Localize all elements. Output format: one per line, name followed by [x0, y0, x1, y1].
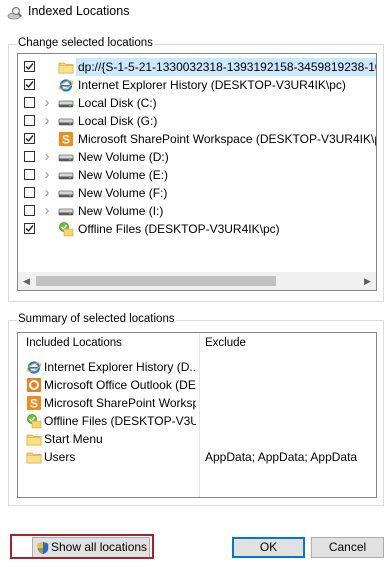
- offline-files-icon: [27, 414, 42, 429]
- location-label: dp://{S-1-5-21-1330032318-1393192158-345…: [78, 60, 377, 74]
- sharepoint-icon: S: [59, 132, 73, 147]
- included-location-name: Microsoft SharePoint Worksp...: [44, 396, 196, 410]
- location-label: New Volume (E:): [78, 168, 169, 182]
- drive-icon: [58, 172, 74, 180]
- internet-explorer-icon: [26, 361, 42, 374]
- ok-button[interactable]: OK: [232, 537, 305, 558]
- summary-row: S Microsoft SharePoint Worksp...: [18, 394, 376, 412]
- tree-label-wrap: Microsoft SharePoint Workspace (DESKTOP-…: [76, 130, 377, 148]
- chevron-right-icon[interactable]: ›: [41, 167, 53, 182]
- summary-row: Offline Files (DESKTOP-V3UR...: [18, 412, 376, 430]
- location-checkbox[interactable]: [24, 151, 35, 162]
- drive-icon: [58, 118, 74, 126]
- tree-row[interactable]: dp://{S-1-5-21-1330032318-1393192158-345…: [18, 58, 376, 76]
- window-title: Indexed Locations: [28, 4, 130, 18]
- tree-row[interactable]: › New Volume (I:): [18, 202, 376, 220]
- chevron-right-icon[interactable]: ›: [41, 113, 53, 128]
- drive-icon: [58, 154, 74, 162]
- tree-label-wrap: New Volume (I:): [76, 202, 165, 220]
- summary-row: Users AppData; AppData; AppData: [18, 448, 376, 466]
- scroll-right-icon[interactable]: ▶: [359, 273, 376, 290]
- tree-label-wrap: New Volume (F:): [76, 184, 169, 202]
- exclude-header[interactable]: Exclude: [205, 333, 246, 353]
- annotation-highlight-box: [10, 534, 154, 559]
- horizontal-scrollbar[interactable]: ◀ ▶: [18, 272, 376, 290]
- drive-icon: [58, 208, 74, 216]
- change-locations-label: Change selected locations: [17, 37, 154, 49]
- summary-list: Included Locations Exclude Internet Expl…: [17, 332, 377, 498]
- tree-label-wrap: New Volume (D:): [76, 148, 171, 166]
- tree-row[interactable]: › Local Disk (C:): [18, 94, 376, 112]
- location-checkbox[interactable]: [24, 187, 35, 198]
- tree-row[interactable]: Offline Files (DESKTOP-V3UR4IK\pc): [18, 220, 376, 238]
- offline-files-icon: [59, 222, 74, 237]
- tree-row[interactable]: Internet Explorer History (DESKTOP-V3UR4…: [18, 76, 376, 94]
- tree-row[interactable]: › New Volume (D:): [18, 148, 376, 166]
- tree-label-wrap: Local Disk (G:): [76, 112, 159, 130]
- included-location-name: Internet Explorer History (D...: [44, 360, 196, 374]
- summary-row: Microsoft Office Outlook (DE...: [18, 376, 376, 394]
- summary-label: Summary of selected locations: [17, 313, 176, 325]
- location-checkbox[interactable]: [24, 169, 35, 180]
- folder-icon: [58, 62, 74, 74]
- svg-text:S: S: [62, 133, 70, 147]
- outlook-icon: [27, 378, 41, 392]
- location-label: New Volume (I:): [78, 204, 164, 218]
- scroll-thumb[interactable]: [36, 276, 276, 286]
- location-checkbox[interactable]: [24, 61, 35, 72]
- exclude-value: AppData; AppData; AppData: [205, 450, 358, 464]
- sharepoint-icon: S: [27, 396, 41, 411]
- location-checkbox[interactable]: [24, 133, 35, 144]
- scroll-left-icon[interactable]: ◀: [18, 273, 35, 290]
- tree-label-wrap: Internet Explorer History (DESKTOP-V3UR4…: [76, 76, 348, 94]
- included-location-name: Users: [44, 450, 76, 464]
- location-checkbox[interactable]: [24, 205, 35, 216]
- tree-row[interactable]: › New Volume (E:): [18, 166, 376, 184]
- drive-icon: [58, 190, 74, 198]
- tree-label-wrap: Local Disk (C:): [76, 94, 159, 112]
- chevron-right-icon[interactable]: ›: [41, 149, 53, 164]
- chevron-right-icon[interactable]: ›: [41, 95, 53, 110]
- chevron-right-icon[interactable]: ›: [41, 185, 53, 200]
- tree-label-wrap: New Volume (E:): [76, 166, 170, 184]
- location-label: New Volume (F:): [78, 186, 168, 200]
- summary-row: Internet Explorer History (D...: [18, 358, 376, 376]
- tree-row[interactable]: › New Volume (F:): [18, 184, 376, 202]
- location-checkbox[interactable]: [24, 115, 35, 126]
- internet-explorer-icon: [58, 79, 74, 92]
- tree-row[interactable]: S Microsoft SharePoint Workspace (DESKTOP…: [18, 130, 376, 148]
- location-label: Microsoft SharePoint Workspace (DESKTOP-…: [78, 132, 377, 146]
- drive-icon: [58, 100, 74, 108]
- included-location-name: Offline Files (DESKTOP-V3UR...: [44, 414, 196, 428]
- location-label: Local Disk (G:): [78, 114, 158, 128]
- tree-label-wrap: Offline Files (DESKTOP-V3UR4IK\pc): [76, 220, 282, 238]
- included-location-name: Microsoft Office Outlook (DE...: [44, 378, 196, 392]
- location-label: Local Disk (C:): [78, 96, 157, 110]
- location-label: Internet Explorer History (DESKTOP-V3UR4…: [78, 78, 346, 92]
- locations-tree[interactable]: dp://{S-1-5-21-1330032318-1393192158-345…: [17, 53, 377, 291]
- location-checkbox[interactable]: [24, 223, 35, 234]
- cancel-button[interactable]: Cancel: [311, 537, 384, 558]
- included-locations-header[interactable]: Included Locations: [26, 333, 122, 353]
- included-location-name: Start Menu: [44, 432, 103, 446]
- indexing-options-icon: [7, 6, 23, 20]
- folder-icon: [26, 434, 42, 446]
- tree-label-wrap: dp://{S-1-5-21-1330032318-1393192158-345…: [76, 58, 377, 76]
- summary-row: Start Menu: [18, 430, 376, 448]
- location-checkbox[interactable]: [24, 79, 35, 90]
- folder-icon: [26, 452, 42, 464]
- title-bar: Indexed Locations: [0, 0, 391, 26]
- chevron-right-icon[interactable]: ›: [41, 203, 53, 218]
- svg-text:S: S: [30, 397, 38, 411]
- location-label: New Volume (D:): [78, 150, 169, 164]
- location-checkbox[interactable]: [24, 97, 35, 108]
- tree-row[interactable]: › Local Disk (G:): [18, 112, 376, 130]
- location-label: Offline Files (DESKTOP-V3UR4IK\pc): [78, 222, 280, 236]
